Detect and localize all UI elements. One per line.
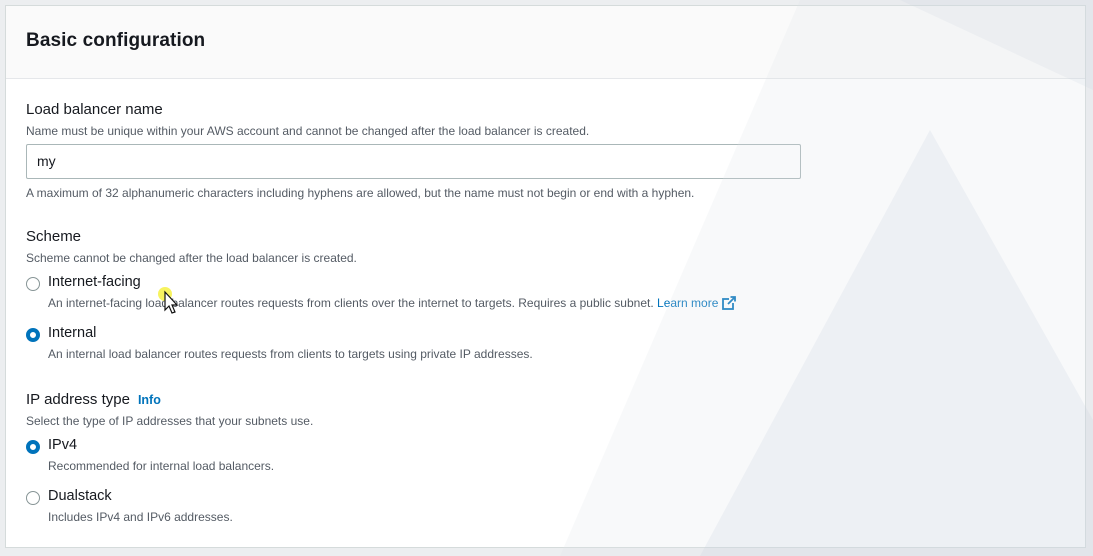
internet-facing-description-text: An internet-facing load balancer routes … [48, 296, 654, 310]
info-link[interactable]: Info [138, 393, 161, 407]
internet-facing-radio[interactable] [26, 277, 40, 291]
basic-configuration-panel: Basic configuration Load balancer name N… [5, 5, 1086, 548]
internet-facing-label[interactable]: Internet-facing [48, 274, 141, 290]
panel-header: Basic configuration [6, 6, 1085, 79]
dualstack-radio[interactable] [26, 491, 40, 505]
learn-more-label[interactable]: Learn more [657, 296, 718, 310]
dualstack-label[interactable]: Dualstack [48, 488, 112, 504]
load-balancer-name-constraint: A maximum of 32 alphanumeric characters … [26, 186, 695, 200]
internal-radio[interactable] [26, 328, 40, 342]
ipv4-description: Recommended for internal load balancers. [48, 459, 275, 473]
load-balancer-name-description: Name must be unique within your AWS acco… [26, 124, 590, 138]
ipv4-radio[interactable] [26, 440, 40, 454]
load-balancer-name-label: Load balancer name [26, 101, 163, 118]
panel-title: Basic configuration [26, 30, 206, 51]
internal-description: An internal load balancer routes request… [48, 347, 533, 361]
screen: Basic configuration Load balancer name N… [0, 0, 1093, 556]
scheme-description: Scheme cannot be changed after the load … [26, 251, 357, 265]
dualstack-description: Includes IPv4 and IPv6 addresses. [48, 510, 233, 524]
scheme-label: Scheme [26, 228, 82, 245]
learn-more-link[interactable]: Learn more [657, 296, 737, 310]
internal-label[interactable]: Internal [48, 325, 96, 341]
ipv4-label[interactable]: IPv4 [48, 437, 77, 453]
ip-address-type-description: Select the type of IP addresses that you… [26, 414, 314, 428]
internet-facing-description: An internet-facing load balancer routes … [48, 296, 737, 310]
ip-address-type-heading: IP address type Info [26, 391, 161, 408]
external-link-icon[interactable] [722, 296, 737, 310]
ip-address-type-label: IP address type [26, 391, 130, 408]
load-balancer-name-input[interactable]: my [26, 144, 801, 179]
